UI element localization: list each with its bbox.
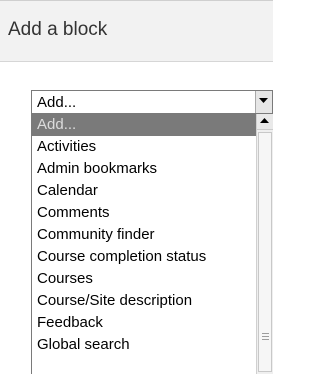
block-header: Add a block — [0, 0, 273, 62]
option-courses[interactable]: Courses — [32, 268, 257, 290]
option-course-site-description[interactable]: Course/Site description — [32, 290, 257, 312]
option-community-finder[interactable]: Community finder — [32, 224, 257, 246]
select-dropdown-button[interactable] — [255, 91, 272, 113]
option-course-completion-status[interactable]: Course completion status — [32, 246, 257, 268]
scroll-up-button[interactable] — [257, 114, 273, 130]
option-calendar[interactable]: Calendar — [32, 180, 257, 202]
option-add[interactable]: Add... — [32, 114, 257, 136]
option-admin-bookmarks[interactable]: Admin bookmarks — [32, 158, 257, 180]
option-activities[interactable]: Activities — [32, 136, 257, 158]
chevron-down-icon — [259, 98, 268, 103]
chevron-up-icon — [260, 118, 269, 123]
grip-lines-icon — [262, 333, 269, 342]
add-block-select[interactable]: Add... — [31, 90, 273, 114]
add-block-panel: Add a block Add... Add... Activities Adm… — [0, 0, 273, 374]
dropdown-scrollbar[interactable] — [256, 114, 273, 374]
add-block-dropdown-list[interactable]: Add... Activities Admin bookmarks Calend… — [31, 114, 273, 374]
block-title: Add a block — [8, 19, 108, 40]
option-feedback[interactable]: Feedback — [32, 312, 257, 334]
option-comments[interactable]: Comments — [32, 202, 257, 224]
scroll-thumb[interactable] — [258, 132, 272, 372]
option-global-search[interactable]: Global search — [32, 334, 257, 356]
select-current-value: Add... — [37, 94, 77, 111]
